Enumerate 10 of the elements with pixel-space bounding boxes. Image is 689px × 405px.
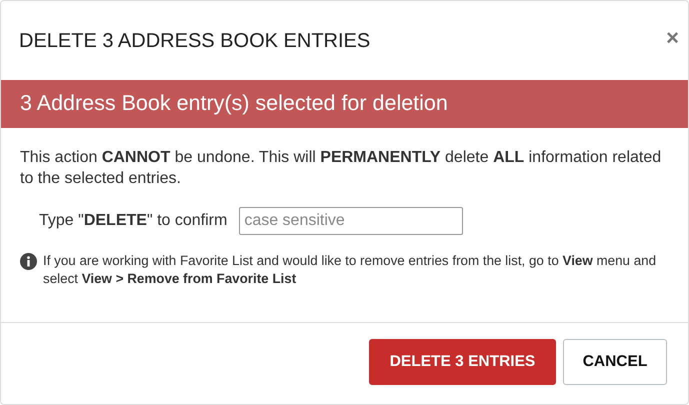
info-icon xyxy=(20,253,37,270)
dialog-title: DELETE 3 ADDRESS BOOK ENTRIES xyxy=(19,30,370,53)
info-text: If you are working with Favorite List and would like to remove entries from the list, go to View menu and select View > Remove from Favorite List xyxy=(43,252,658,288)
confirm-input[interactable]: case sensitive xyxy=(239,207,464,235)
confirm-label: Type "DELETE" to confirm xyxy=(39,212,228,230)
cancel-button[interactable]: CANCEL xyxy=(563,339,667,385)
warning-text: This action CANNOT be undone. This will PERMANENTLY delete ALL information related to the selected entries. xyxy=(20,148,662,189)
delete-button[interactable]: DELETE 3 ENTRIES xyxy=(369,339,556,385)
close-button[interactable]: × xyxy=(666,29,679,47)
alert-banner: 3 Address Book entry(s) selected for deletion xyxy=(1,80,688,128)
